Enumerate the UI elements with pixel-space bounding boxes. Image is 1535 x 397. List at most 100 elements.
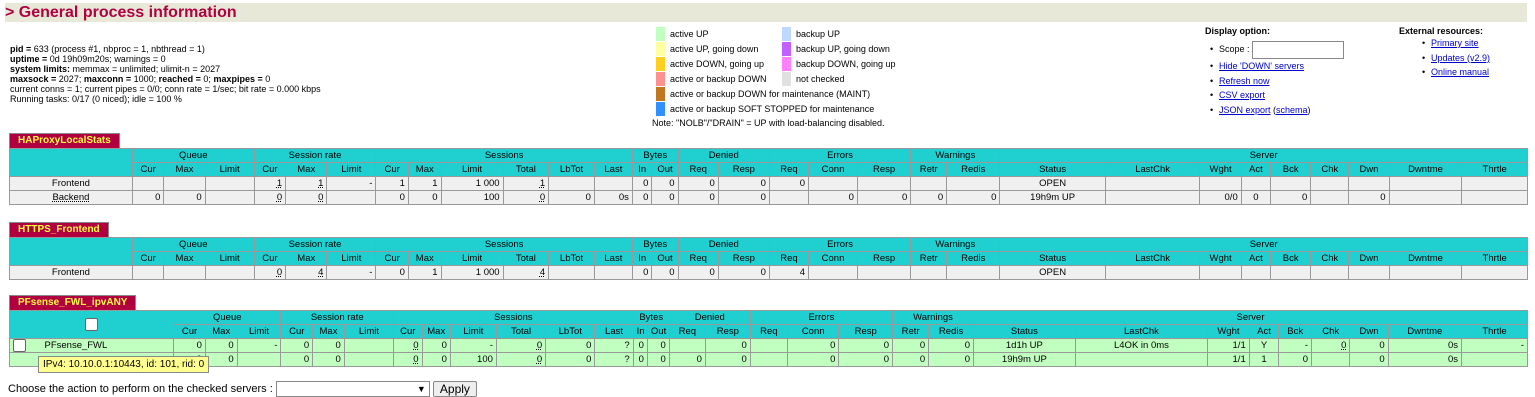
table-cell: 1 (375, 176, 409, 191)
cell-value: 4 (318, 267, 324, 278)
column-header: Dwntme (1388, 162, 1463, 177)
cell-value: - (1520, 340, 1524, 351)
table-cell: 0 (946, 190, 1001, 205)
table-cell: 0 (677, 265, 719, 280)
stats-table-https-frontend: Queue Session rate Sessions Bytes Denied Erro… (9, 237, 1528, 280)
table-cell (204, 176, 255, 191)
table-cell: 0 (786, 352, 840, 368)
cell-value: 0s (1447, 340, 1458, 351)
json-export-link[interactable]: JSON export (1219, 105, 1271, 115)
column-header: Limit (440, 251, 504, 266)
column-header: Status (999, 251, 1106, 266)
table-cell (131, 176, 165, 191)
column-group-denied: Denied (677, 237, 770, 252)
cell-value: 1 (318, 178, 324, 189)
column-header: Out (651, 162, 679, 177)
table-cell: 0 (393, 352, 423, 368)
row-name-text: Frontend (51, 267, 90, 278)
column-header: Req (768, 251, 810, 266)
cell-value: 0 (1379, 354, 1385, 366)
hide-down-link[interactable]: Hide 'DOWN' servers (1219, 61, 1304, 71)
cell-value: - (369, 267, 373, 278)
proxy-name-https-frontend[interactable]: HTTPS_Frontend (9, 222, 109, 238)
column-header: Cur (131, 162, 165, 177)
column-header: Limit (326, 251, 377, 266)
cell-value: 0 (709, 178, 715, 189)
cell-value: ? (624, 354, 630, 366)
cell-value: 0 (413, 340, 419, 351)
online-manual-link[interactable]: Online manual (1431, 67, 1489, 77)
info-label: maxsock = (10, 74, 59, 84)
table-cell: 0 (163, 190, 206, 205)
table-cell (1240, 176, 1272, 191)
table-cell: 0 (768, 176, 810, 191)
server-checkbox[interactable] (13, 339, 26, 352)
cell-value: 4 (799, 267, 806, 278)
table-row: Backend 0 0 0 0 0 0 100 0 0 0s 0 0 0 0 0 0 0 0 19h9m UP 0/0 0… (9, 190, 1528, 205)
column-header: Retr (892, 324, 930, 339)
table-cell: 0 (548, 190, 595, 205)
table-cell (548, 176, 595, 191)
refresh-link[interactable]: Refresh now (1219, 76, 1270, 86)
table-cell: 0 (204, 337, 238, 354)
column-header: Act (1248, 324, 1280, 339)
row-name: Backend (9, 190, 133, 205)
column-header: Limit (204, 162, 255, 177)
table-cell: 0 (545, 352, 596, 368)
column-header: Cur (393, 324, 423, 339)
cell-value: 1 (432, 267, 438, 278)
schema-link[interactable]: schema (1276, 105, 1308, 115)
column-group-errors: Errors (768, 148, 912, 163)
table-cell: ? (594, 337, 634, 354)
page-title: > General process information (5, 4, 237, 21)
primary-site-link[interactable]: Primary site (1431, 38, 1479, 48)
updates-link[interactable]: Updates (v2.9) (1431, 53, 1490, 63)
action-select[interactable]: ▼ (275, 381, 430, 397)
select-all-checkbox[interactable] (85, 317, 99, 331)
cell-value: 0 (643, 192, 649, 203)
table-cell: 1 (285, 176, 328, 191)
cell-value: 0 (799, 178, 806, 189)
column-header: Cur (280, 324, 314, 339)
column-header: Total (502, 251, 550, 266)
column-header: Max (285, 251, 328, 266)
column-group-errors: Errors (749, 310, 894, 325)
cell-value: Y (1260, 340, 1268, 351)
cell-value: 1 000 (475, 178, 500, 189)
table-cell: 0 (1270, 190, 1312, 205)
column-header: Max (163, 162, 206, 177)
column-header: Out (651, 251, 679, 266)
table-row: Frontend 1 1 - 1 1 1 000 1 0 0 0 0 0 OPEN (9, 176, 1528, 191)
column-header: Limit (236, 324, 282, 339)
cell-value: 0 (964, 354, 970, 366)
cell-value: 0 (638, 340, 644, 351)
proxy-name-pfsense-fwl[interactable]: PFsense_FWL_ipvANY (9, 295, 137, 311)
table-cell: 0s (593, 190, 633, 205)
column-group-warnings: Warnings (910, 148, 1001, 163)
column-header: Thrtle (1461, 324, 1528, 339)
column-group-bytes: Bytes (631, 237, 679, 252)
table-cell (1270, 265, 1312, 280)
apply-button[interactable]: Apply (432, 381, 477, 397)
table-cell: 0 (280, 352, 314, 368)
column-header: Cur (375, 251, 409, 266)
scope-input[interactable] (1252, 40, 1345, 59)
table-cell (163, 265, 206, 280)
table-cell: 0 (668, 352, 706, 368)
table-cell: 0 (892, 337, 930, 354)
csv-export-link[interactable]: CSV export (1219, 90, 1265, 100)
table-cell: 0 (717, 190, 770, 205)
cell-value: 0 (335, 354, 341, 366)
proxy-name-haproxylocalstats[interactable]: HAProxyLocalStats (9, 133, 120, 149)
info-value: 0d 19h09m20s; warnings = 0 (49, 54, 166, 64)
cell-value: 0 (1379, 340, 1385, 351)
table-cell (1461, 176, 1528, 191)
table-cell (1388, 176, 1463, 191)
cell-value: 0 (830, 340, 836, 351)
column-header: Req (677, 251, 719, 266)
table-cell (1104, 176, 1201, 191)
row-name: Frontend (9, 176, 133, 191)
cell-value: 0 (643, 178, 649, 189)
table-cell: OPEN (999, 176, 1106, 191)
cell-value: 0 (1253, 192, 1259, 203)
